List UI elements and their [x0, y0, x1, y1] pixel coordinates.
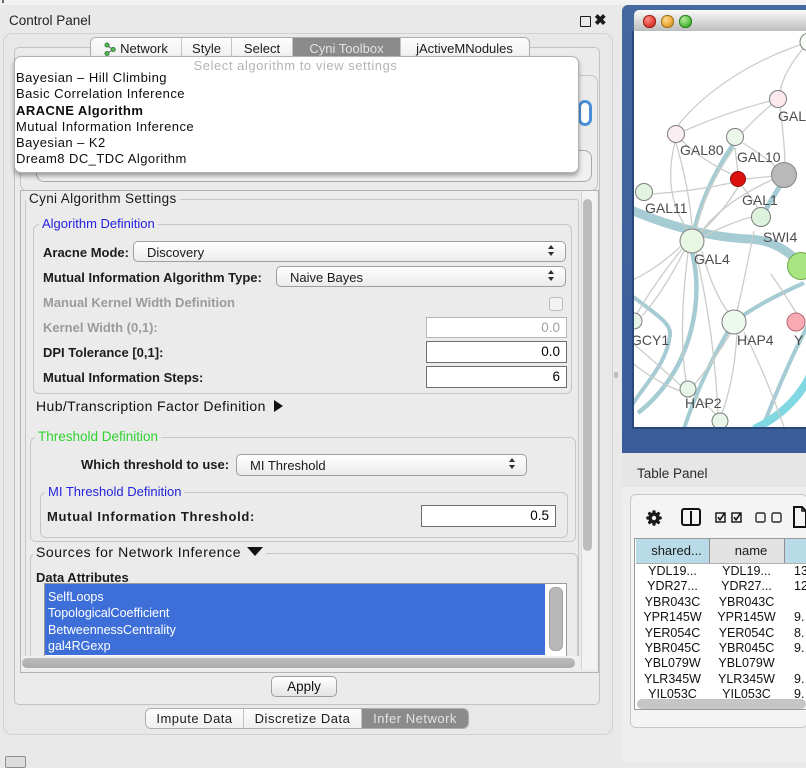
svg-text:HAP2: HAP2 [685, 395, 722, 411]
svg-text:GAL80: GAL80 [680, 142, 724, 158]
svg-text:GAL11: GAL11 [645, 200, 688, 216]
svg-text:GCY1: GCY1 [634, 332, 669, 348]
svg-text:SWI4: SWI4 [763, 229, 797, 245]
svg-text:GAL10: GAL10 [737, 149, 781, 165]
svg-text:GAL4: GAL4 [694, 251, 730, 267]
svg-text:GAL7: GAL7 [778, 108, 806, 124]
svg-text:HAP4: HAP4 [737, 332, 774, 348]
svg-text:GAL1: GAL1 [742, 192, 778, 208]
svg-text:Y: Y [794, 332, 804, 348]
